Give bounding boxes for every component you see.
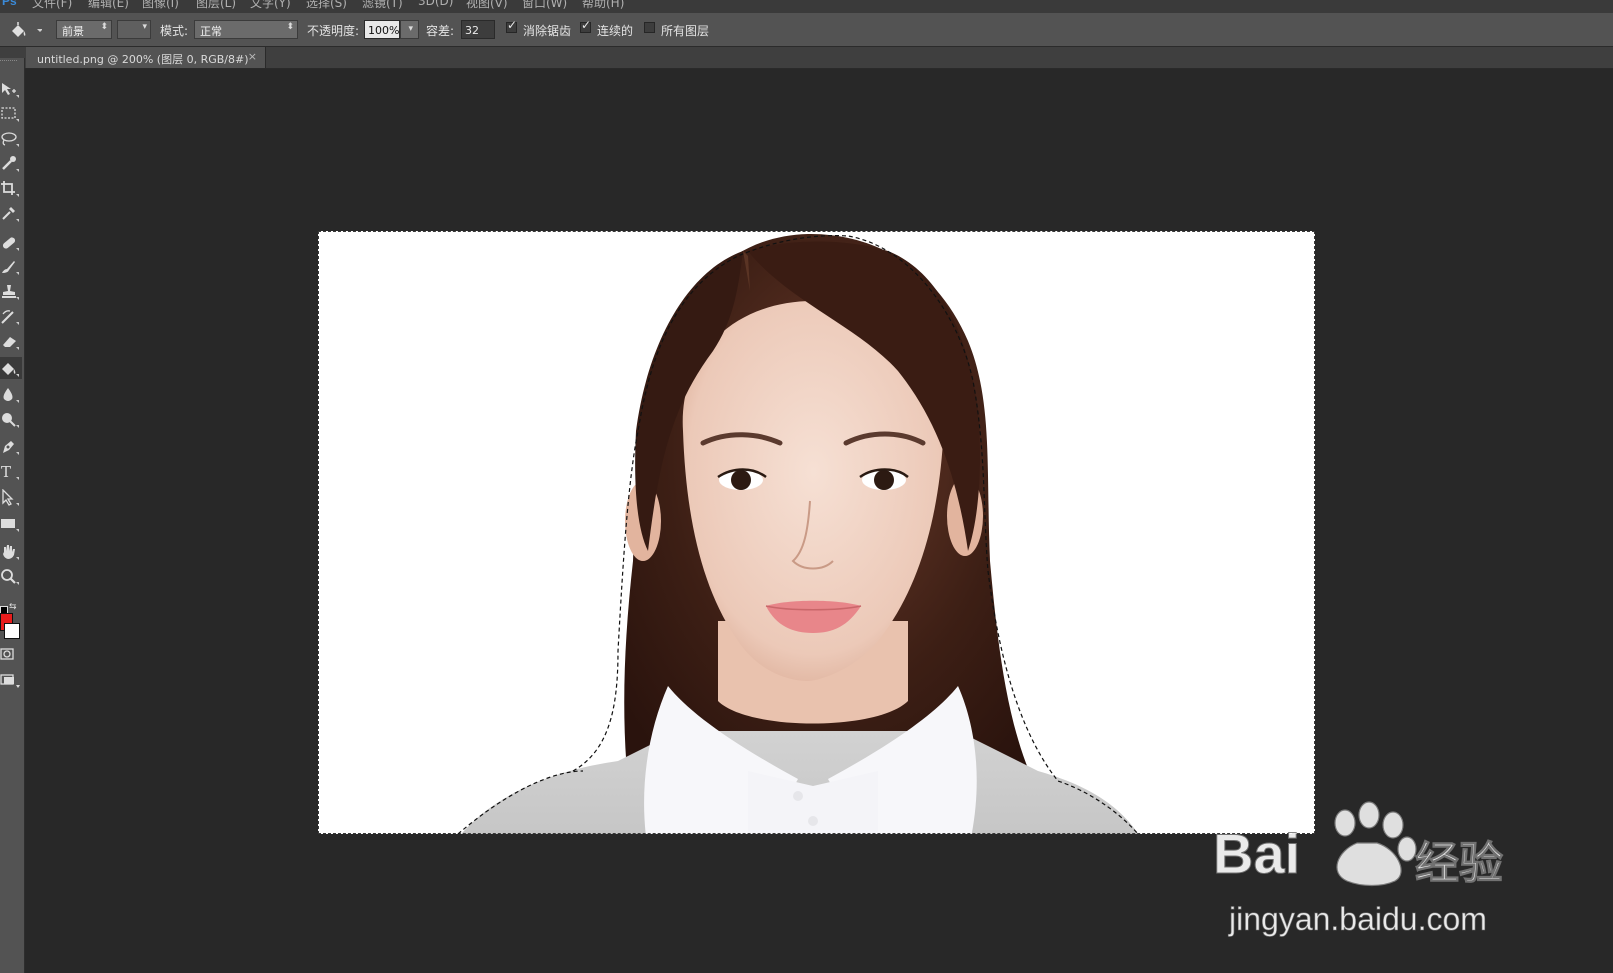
hand-tool-button[interactable]	[0, 540, 22, 562]
tool-flyout-indicator	[16, 322, 19, 325]
lasso-tool-button[interactable]	[0, 127, 22, 149]
tool-flyout-indicator	[16, 272, 19, 275]
blend-mode-value: 正常	[200, 25, 222, 38]
watermark-brand-suffix: 经验	[1415, 838, 1504, 890]
fill-source-select[interactable]: 前景 ⬍	[56, 20, 112, 39]
background-color-swatch[interactable]	[4, 623, 20, 639]
paint-bucket-tool-button[interactable]	[0, 357, 22, 379]
menu-window[interactable]: 窗口(W)	[522, 0, 567, 11]
menu-help[interactable]: 帮助(H)	[582, 0, 624, 11]
watermark-brand: Bai	[1212, 822, 1301, 886]
tool-flyout-indicator	[16, 347, 19, 350]
tool-flyout-indicator	[16, 503, 19, 506]
menu-filter[interactable]: 滤镜(T)	[362, 0, 403, 11]
close-icon[interactable]: ×	[248, 50, 257, 63]
menu-edit[interactable]: 编辑(E)	[88, 0, 129, 11]
crop-tool-button[interactable]	[0, 177, 22, 199]
opacity-dropdown-button[interactable]: ▾	[400, 20, 419, 39]
brush-tool-button[interactable]	[0, 255, 22, 277]
tool-flyout-indicator	[16, 477, 19, 480]
menu-image[interactable]: 图像(I)	[142, 0, 179, 11]
fill-source-value: 前景	[62, 25, 84, 38]
swap-colors-icon[interactable]: ⇆	[9, 602, 17, 612]
stepper-icon: ⬍	[100, 22, 108, 32]
watermark-url: jingyan.baidu.com	[1229, 901, 1488, 938]
menu-type[interactable]: 文字(Y)	[250, 0, 291, 11]
chevron-down-icon: ▾	[142, 22, 147, 32]
mode-label: 模式:	[160, 24, 189, 38]
menu-select[interactable]: 选择(S)	[306, 0, 347, 11]
contiguous-checkbox[interactable]	[580, 18, 591, 33]
eyedropper-tool-button[interactable]	[0, 202, 22, 224]
tool-flyout-indicator	[16, 557, 19, 560]
panel-grip[interactable]	[0, 60, 17, 63]
chevron-down-icon: ▾	[408, 24, 413, 34]
contiguous-label: 连续的	[597, 24, 634, 38]
tool-flyout-indicator	[16, 248, 19, 251]
document-tab-title: untitled.png @ 200% (图层 0, RGB/8#)	[37, 53, 249, 66]
opacity-input[interactable]: 100%	[364, 20, 400, 39]
type-tool-button[interactable]: T	[0, 460, 22, 482]
paint-bucket-preset-icon[interactable]	[8, 20, 43, 40]
eraser-tool-button[interactable]	[0, 330, 22, 352]
rectangle-tool-button[interactable]	[0, 512, 22, 534]
tool-flyout-indicator	[16, 297, 19, 300]
tool-flyout-indicator	[16, 219, 19, 222]
history-brush-tool-button[interactable]	[0, 305, 22, 327]
tool-flyout-indicator	[16, 582, 19, 585]
menu-file[interactable]: 文件(F)	[32, 0, 72, 11]
document-tab-bar: untitled.png @ 200% (图层 0, RGB/8#) ×	[0, 47, 1613, 69]
screen-mode-icon[interactable]	[0, 671, 22, 691]
marquee-tool-button[interactable]	[0, 102, 22, 124]
tool-flyout-indicator	[16, 119, 19, 122]
dodge-tool-button[interactable]	[0, 408, 22, 430]
antialias-label: 消除锯齿	[523, 24, 572, 38]
tool-flyout-indicator	[16, 374, 19, 377]
menu-bar: Ps 文件(F) 编辑(E) 图像(I) 图层(L) 文字(Y) 选择(S) 滤…	[0, 0, 1613, 13]
tool-flyout-indicator	[16, 400, 19, 403]
healing-brush-tool-button[interactable]	[0, 231, 22, 253]
menu-view[interactable]: 视图(V)	[466, 0, 508, 11]
menu-3d[interactable]: 3D(D)	[418, 0, 453, 8]
quick-mask-icon[interactable]	[0, 645, 22, 665]
antialias-checkbox[interactable]	[506, 18, 517, 33]
svg-text:T: T	[1, 463, 11, 480]
quick-selection-tool-button[interactable]	[0, 152, 22, 174]
all-layers-label: 所有图层	[661, 24, 710, 38]
selection-outline	[457, 235, 1139, 834]
baidu-watermark: Bai 经验 jingyan.baidu.com	[1212, 801, 1537, 941]
tool-flyout-indicator	[16, 425, 19, 428]
tolerance-label: 容差:	[426, 24, 455, 38]
tolerance-input[interactable]: 32	[461, 20, 495, 39]
tool-flyout-indicator	[16, 194, 19, 197]
pen-tool-button[interactable]	[0, 435, 22, 457]
document-canvas[interactable]	[318, 231, 1315, 834]
tool-flyout-indicator	[16, 144, 19, 147]
stepper-icon: ⬍	[286, 22, 294, 32]
all-layers-checkbox[interactable]	[644, 22, 655, 33]
pattern-picker[interactable]: ▾	[117, 20, 151, 39]
opacity-label: 不透明度:	[307, 24, 360, 38]
menu-layer[interactable]: 图层(L)	[196, 0, 236, 11]
zoom-tool-button[interactable]	[0, 565, 22, 587]
blend-mode-select[interactable]: 正常 ⬍	[194, 20, 298, 39]
blur-tool-button[interactable]	[0, 383, 22, 405]
tool-flyout-indicator	[16, 95, 19, 98]
document-tab[interactable]: untitled.png @ 200% (图层 0, RGB/8#) ×	[26, 47, 266, 68]
tool-flyout-indicator	[16, 529, 19, 532]
clone-stamp-tool-button[interactable]	[0, 280, 22, 302]
path-selection-tool-button[interactable]	[0, 486, 22, 508]
photoshop-logo: Ps	[2, 0, 17, 8]
tool-flyout-indicator	[16, 169, 19, 172]
move-tool-button[interactable]	[0, 78, 22, 100]
options-bar: 前景 ⬍ ▾ 模式: 正常 ⬍ 不透明度: 100% ▾ 容差: 32 消除锯齿…	[0, 13, 1613, 47]
tool-flyout-indicator	[16, 452, 19, 455]
tools-panel: T ⇆	[0, 58, 25, 973]
